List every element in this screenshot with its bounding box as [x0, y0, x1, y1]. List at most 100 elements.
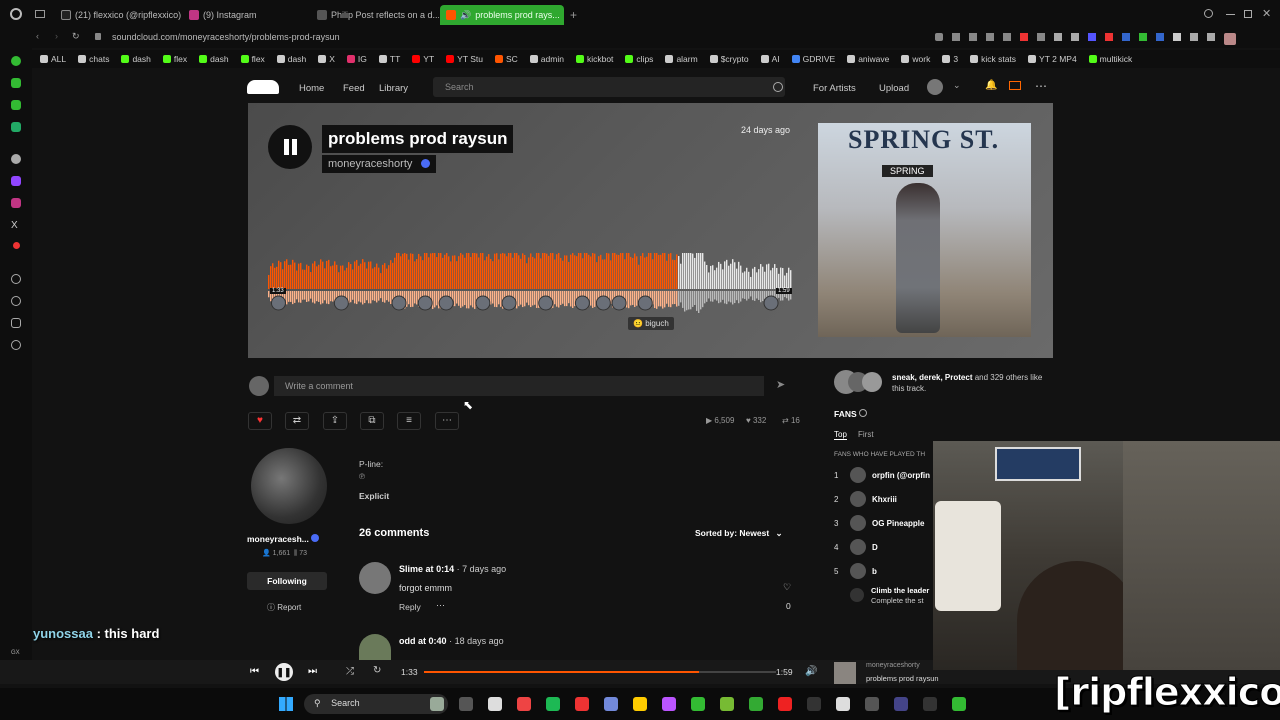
fan-row[interactable]: 4D — [834, 539, 878, 555]
liker-names[interactable]: sneak, derek, Protect — [892, 373, 972, 382]
waveform-comment-avatar[interactable] — [417, 295, 433, 311]
waveform-comment-avatar[interactable] — [637, 295, 653, 311]
fan-row[interactable]: 1 orpfin (@orpfin — [834, 467, 930, 483]
comment-user[interactable]: Slime at 0:14 — [399, 564, 454, 574]
like-button[interactable]: ♥ — [248, 412, 272, 430]
nav-library[interactable]: Library — [379, 83, 408, 94]
report-button[interactable]: ⓘ Report — [267, 602, 301, 613]
mini-artwork[interactable] — [834, 662, 856, 684]
comment-user[interactable]: odd at 0:40 — [399, 636, 447, 646]
waveform-comment-avatar[interactable] — [475, 295, 491, 311]
copy-link-button[interactable]: ⧉ — [360, 412, 384, 430]
user-avatar[interactable] — [927, 79, 943, 95]
search-tabs-icon[interactable] — [1204, 9, 1213, 18]
tab-soundcloud[interactable]: 🔊 problems prod rays... — [440, 5, 564, 25]
previous-button[interactable]: ⏮ — [250, 666, 259, 677]
minimize-button[interactable] — [1226, 14, 1235, 15]
fans-tab-first[interactable]: First — [858, 430, 874, 439]
forward-icon[interactable]: › — [55, 31, 58, 41]
messages-icon[interactable] — [1009, 81, 1021, 90]
fan-row[interactable]: 5b — [834, 563, 877, 579]
send-icon[interactable]: ➤ — [776, 378, 785, 391]
new-tab-button[interactable]: + — [570, 8, 577, 22]
chrome-icon[interactable] — [517, 697, 531, 711]
shuffle-icon[interactable]: ⤮ — [346, 666, 354, 677]
bookmark-item[interactable]: YT — [412, 54, 434, 64]
app-icon[interactable] — [778, 697, 792, 711]
chevron-down-icon[interactable]: ⌄ — [953, 80, 961, 91]
bookmark-item[interactable]: alarm — [665, 54, 698, 64]
sort-dropdown[interactable]: Sorted by: Newest ⌄ — [695, 528, 783, 539]
gx-icon[interactable]: GX — [11, 650, 21, 660]
comment-avatar[interactable] — [359, 634, 391, 660]
bookmark-item[interactable]: kick stats — [970, 54, 1016, 64]
app-icon[interactable] — [923, 697, 937, 711]
bookmark-item[interactable]: admin — [529, 54, 564, 64]
opera-icon[interactable] — [575, 697, 589, 711]
settings-app-icon[interactable] — [488, 697, 502, 711]
waveform-comment-avatar[interactable] — [763, 295, 779, 311]
discord-icon[interactable] — [604, 697, 618, 711]
bookmark-item[interactable]: chats — [78, 54, 109, 64]
sidebar-icon-12[interactable] — [11, 318, 21, 328]
comment-timestamp[interactable]: 0:40 — [429, 636, 447, 646]
bookmark-item[interactable]: clips — [625, 54, 653, 64]
bookmark-item[interactable]: multikick — [1088, 54, 1132, 64]
share-button[interactable]: ⇪ — [323, 412, 347, 430]
taskbar-search[interactable]: ⚲ Search — [304, 694, 448, 714]
pause-button[interactable] — [268, 125, 312, 169]
bookmark-item[interactable]: YT Stu — [446, 54, 483, 64]
waveform-comment-avatar[interactable] — [501, 295, 517, 311]
opera-logo-icon[interactable] — [10, 8, 22, 20]
bookmark-item[interactable]: kickbot — [575, 54, 613, 64]
comment-input[interactable]: Write a comment — [274, 376, 764, 396]
instagram-app-icon[interactable] — [662, 697, 676, 711]
bookmark-item[interactable]: IG — [346, 54, 367, 64]
for-artists-link[interactable]: For Artists — [813, 83, 856, 94]
taskview-icon[interactable] — [459, 697, 473, 711]
likers-avatars[interactable] — [834, 370, 886, 394]
sidebar-icon-2[interactable] — [11, 78, 21, 88]
sidebar-icon-3[interactable] — [11, 100, 21, 110]
waveform-comment-avatar[interactable] — [574, 295, 590, 311]
tabs-menu-icon[interactable] — [35, 10, 45, 18]
waveform-comment-avatar[interactable] — [438, 295, 454, 311]
bookmark-item[interactable]: work — [901, 54, 930, 64]
progress-slider[interactable] — [424, 671, 776, 673]
bookmark-item[interactable]: $crypto — [709, 54, 749, 64]
fans-tab-top[interactable]: Top — [834, 430, 847, 440]
bookmark-item[interactable]: flex — [240, 54, 265, 64]
folder-icon[interactable] — [633, 697, 647, 711]
extension-icons[interactable] — [935, 33, 1265, 45]
settings-icon[interactable] — [11, 340, 21, 350]
soundcloud-logo-icon[interactable] — [247, 80, 279, 94]
app-icon[interactable] — [865, 697, 879, 711]
bookmark-item[interactable]: aniwave — [847, 54, 889, 64]
leaderboard-promo[interactable]: Climb the leader Complete the st — [850, 586, 934, 608]
comment-avatar[interactable] — [359, 562, 391, 594]
comment-timestamp[interactable]: 0:14 — [436, 564, 454, 574]
notifications-icon[interactable]: 🔔 — [985, 80, 997, 91]
back-icon[interactable]: ‹ — [36, 31, 39, 41]
bookmark-item[interactable]: ALL — [40, 54, 66, 64]
player-pause-button[interactable]: ❚❚ — [275, 663, 293, 681]
bookmark-item[interactable]: dash — [199, 54, 229, 64]
next-button[interactable]: ⏭ — [308, 666, 317, 677]
nav-feed[interactable]: Feed — [343, 83, 365, 94]
spotify-icon[interactable] — [546, 697, 560, 711]
bookmark-item[interactable]: dash — [121, 54, 151, 64]
mini-title[interactable]: problems prod raysun — [866, 674, 939, 683]
x-sidebar-icon[interactable]: X — [11, 220, 21, 231]
waveform-comment-avatar[interactable] — [595, 295, 611, 311]
waveform[interactable] — [268, 253, 792, 313]
nav-home[interactable]: Home — [299, 83, 324, 94]
sidebar-icon-4[interactable] — [11, 122, 21, 132]
bookmark-item[interactable]: flex — [162, 54, 187, 64]
search-input[interactable]: Search — [433, 77, 785, 97]
waveform-comment-avatar[interactable] — [538, 295, 554, 311]
bookmark-item[interactable]: 3 — [942, 54, 958, 64]
mini-artist[interactable]: moneyraceshorty — [866, 662, 920, 669]
bookmark-item[interactable]: TT — [378, 54, 400, 64]
maximize-button[interactable] — [1244, 10, 1252, 18]
widget-icon[interactable] — [430, 697, 444, 711]
